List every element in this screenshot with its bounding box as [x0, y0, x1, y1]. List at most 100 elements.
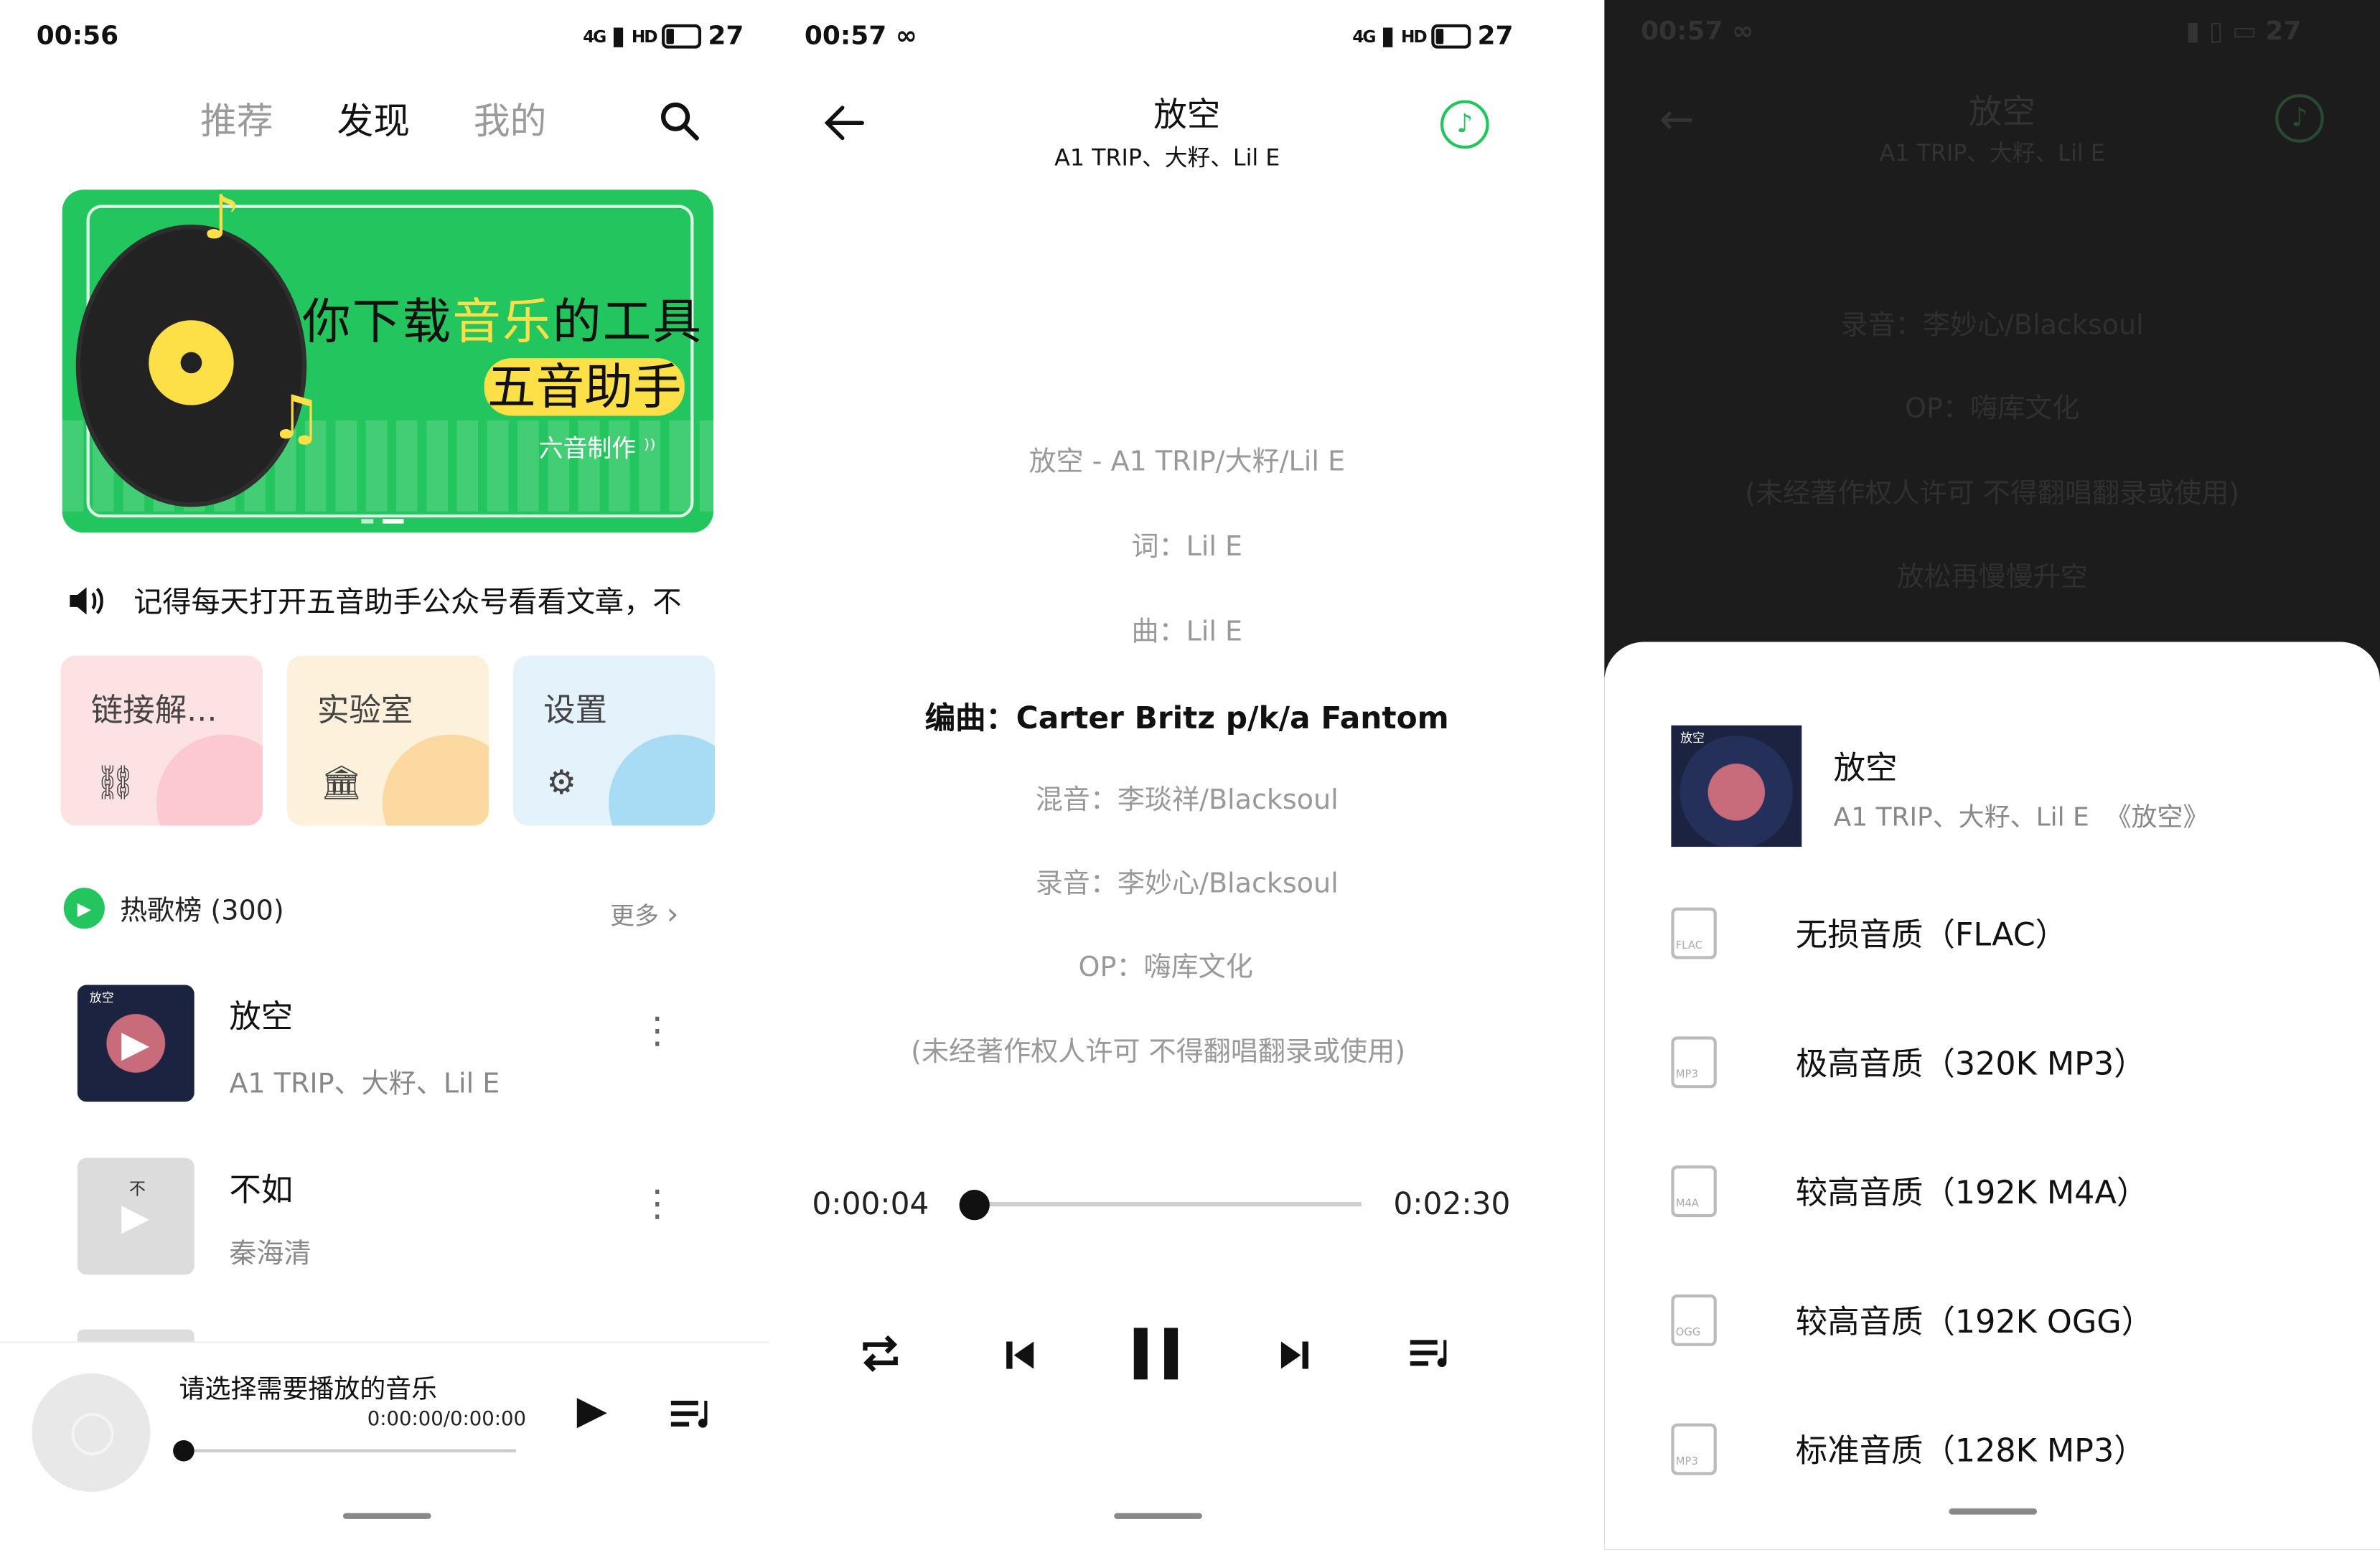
mini-player-time: 0:00:00/0:00:00: [367, 1408, 527, 1432]
quality-option-128k-mp3[interactable]: MP3 标准音质（128K MP3）: [1671, 1423, 2146, 1475]
notice-bar[interactable]: 记得每天打开五音助手公众号看看文章，不: [67, 580, 704, 621]
play-circle-icon: ▶: [63, 888, 105, 929]
sound-wave-icon: ⁾⁾: [643, 433, 656, 464]
song-row[interactable]: 不 ▶ 不如 秦海清 ⋮: [77, 1157, 675, 1275]
quality-option-flac[interactable]: FLAC 无损音质（FLAC）: [1671, 907, 2068, 959]
quality-label: 较高音质（192K OGG）: [1795, 1303, 2154, 1340]
tab-mine[interactable]: 我的: [474, 100, 547, 143]
music-note-icon: ♪: [202, 189, 241, 254]
file-audio-icon: OGG: [1671, 1294, 1717, 1346]
hot-chart-title: 热歌榜 (300): [120, 894, 284, 927]
playlist-icon[interactable]: [670, 1398, 716, 1434]
gear-icon: ⚙: [546, 764, 577, 803]
progress-track[interactable]: [963, 1201, 1362, 1207]
song-title: 不如: [229, 1171, 294, 1208]
promo-banner[interactable]: ♪ ♫ 你下载音乐的工具 五音助手 六音制作 ⁾⁾: [62, 189, 713, 533]
banner-headline: 你下载音乐的工具: [301, 293, 703, 351]
song-artist: A1 TRIP、大籽、Lil E: [229, 1068, 500, 1101]
quality-option-192k-ogg[interactable]: OGG 较高音质（192K OGG）: [1671, 1294, 2154, 1346]
settings-card[interactable]: 设置 ⚙: [512, 655, 716, 826]
banner-app-name: 五音助手: [484, 349, 685, 418]
album-cover: 放空: [1671, 725, 1802, 847]
sheet-song-title: 放空: [1833, 749, 1898, 786]
mini-progress-track[interactable]: [182, 1449, 517, 1452]
lyric-line-current: 编曲：Carter Britz p/k/a Fantom: [924, 699, 1449, 736]
vinyl-record-icon: [75, 224, 307, 507]
link-parse-card[interactable]: 链接解... ⛓: [60, 655, 263, 826]
music-note-icon: ♫: [268, 384, 324, 454]
lyric-line: 录音：李妙心/Blacksoul: [1840, 309, 2144, 342]
play-icon[interactable]: ▶: [121, 1023, 149, 1065]
song-title: 放空: [1968, 94, 2035, 132]
tab-recommend[interactable]: 推荐: [200, 100, 273, 143]
music-note-icon[interactable]: ♪: [1440, 100, 1489, 149]
repeat-icon[interactable]: [859, 1333, 901, 1375]
music-note-icon[interactable]: ♪: [2275, 94, 2324, 143]
play-icon[interactable]: ▶: [577, 1389, 607, 1434]
banner-maker: 六音制作 ⁾⁾: [538, 433, 656, 464]
infinity-icon: ∞: [895, 21, 917, 52]
sheet-song-meta: A1 TRIP、大籽、Lil E 《放空》: [1833, 802, 2209, 834]
link-icon: ⛓: [94, 764, 137, 803]
mini-player-prompt: 请选择需要播放的音乐: [179, 1375, 438, 1406]
card-label: 链接解...: [90, 692, 217, 729]
home-indicator: [1114, 1513, 1202, 1519]
quality-option-320k-mp3[interactable]: MP3 极高音质（320K MP3）: [1671, 1036, 2146, 1089]
signal-bars-icon: ▮: [611, 21, 626, 52]
lyric-line: 放松再慢慢升空: [1896, 561, 2088, 593]
discover-screen: 00:56 4G ▮ HD 27 推荐 发现 我的 ♪ ♫ 你下载音乐的工具 五音助…: [0, 0, 770, 1550]
download-quality-screen: 00:57 ∞ ▮ ▯ ▭ 27 ← 放空 A1 TRIP、大籽、Lil E ♪…: [1604, 0, 2380, 1550]
status-icons: 4G ▮ HD 27: [583, 22, 744, 52]
more-options-icon[interactable]: ⋮: [639, 1185, 675, 1222]
quality-label: 较高音质（192K M4A）: [1795, 1174, 2149, 1211]
app-root: 00:56 4G ▮ HD 27 推荐 发现 我的 ♪ ♫ 你下载音乐的工具 五音助…: [0, 0, 2380, 1550]
song-row-partial: [77, 1329, 195, 1342]
quality-label: 无损音质（FLAC）: [1795, 916, 2068, 954]
file-audio-icon: FLAC: [1671, 907, 1717, 959]
next-icon[interactable]: [1278, 1338, 1312, 1372]
album-cover: 放空 ▶: [77, 985, 195, 1102]
hd-icon: HD: [631, 27, 658, 47]
lyric-line: (未经著作权人许可 不得翻唱翻录或使用): [1745, 478, 2240, 510]
status-time: 00:57 ∞: [804, 21, 917, 52]
status-time: 00:57 ∞: [1641, 17, 1754, 47]
status-time: 00:56: [36, 21, 119, 52]
pause-icon[interactable]: [1131, 1325, 1183, 1382]
tab-discover[interactable]: 发现: [337, 100, 410, 143]
more-link[interactable]: 更多 ›: [610, 896, 678, 932]
top-tabs: 推荐 发现 我的: [200, 91, 610, 144]
previous-icon[interactable]: [1003, 1338, 1037, 1372]
playlist-icon[interactable]: [1410, 1337, 1456, 1373]
song-title: 放空: [229, 998, 294, 1035]
signal-icon: 4G: [1352, 27, 1376, 47]
elapsed-time: 0:00:04: [812, 1185, 929, 1222]
status-icons: ▮ ▯ ▭ 27: [2185, 17, 2302, 47]
home-indicator: [342, 1513, 431, 1519]
quality-option-192k-m4a[interactable]: M4A 较高音质（192K M4A）: [1671, 1165, 2149, 1218]
card-label: 设置: [543, 692, 607, 729]
hot-chart-header[interactable]: ▶ 热歌榜 (300): [63, 888, 284, 929]
battery-icon: [1432, 24, 1472, 49]
song-artist: 秦海清: [229, 1238, 311, 1271]
file-audio-icon: MP3: [1671, 1423, 1717, 1475]
player-screen: 00:57 ∞ 4G ▮ HD 27 放空 A1 TRIP、大籽、Lil E ♪…: [769, 0, 1605, 1550]
song-artist: A1 TRIP、大籽、Lil E: [1879, 139, 2105, 167]
notice-text: 记得每天打开五音助手公众号看看文章，不: [133, 586, 682, 619]
battery-level: 27: [1477, 21, 1514, 52]
play-icon[interactable]: ▶: [121, 1196, 149, 1238]
quality-label: 标准音质（128K MP3）: [1795, 1432, 2146, 1470]
lyric-line: 放空 - A1 TRIP/大籽/Lil E: [1029, 446, 1346, 479]
quality-label: 极高音质（320K MP3）: [1795, 1046, 2146, 1082]
home-indicator: [1949, 1508, 2038, 1515]
lab-card[interactable]: 实验室 🏛: [286, 655, 489, 826]
mini-progress-thumb[interactable]: [173, 1439, 195, 1462]
lyric-line: 录音：李妙心/Blacksoul: [1035, 868, 1339, 901]
lyric-line: OP：嗨库文化: [1078, 951, 1253, 984]
battery-icon: [662, 24, 702, 49]
song-row[interactable]: 放空 ▶ 放空 A1 TRIP、大籽、Lil E ⋮: [77, 985, 675, 1102]
more-options-icon[interactable]: ⋮: [639, 1013, 675, 1049]
progress-thumb[interactable]: [959, 1190, 990, 1221]
institution-icon: 🏛: [320, 764, 363, 803]
search-icon[interactable]: [659, 100, 701, 143]
file-audio-icon: MP3: [1671, 1036, 1717, 1089]
